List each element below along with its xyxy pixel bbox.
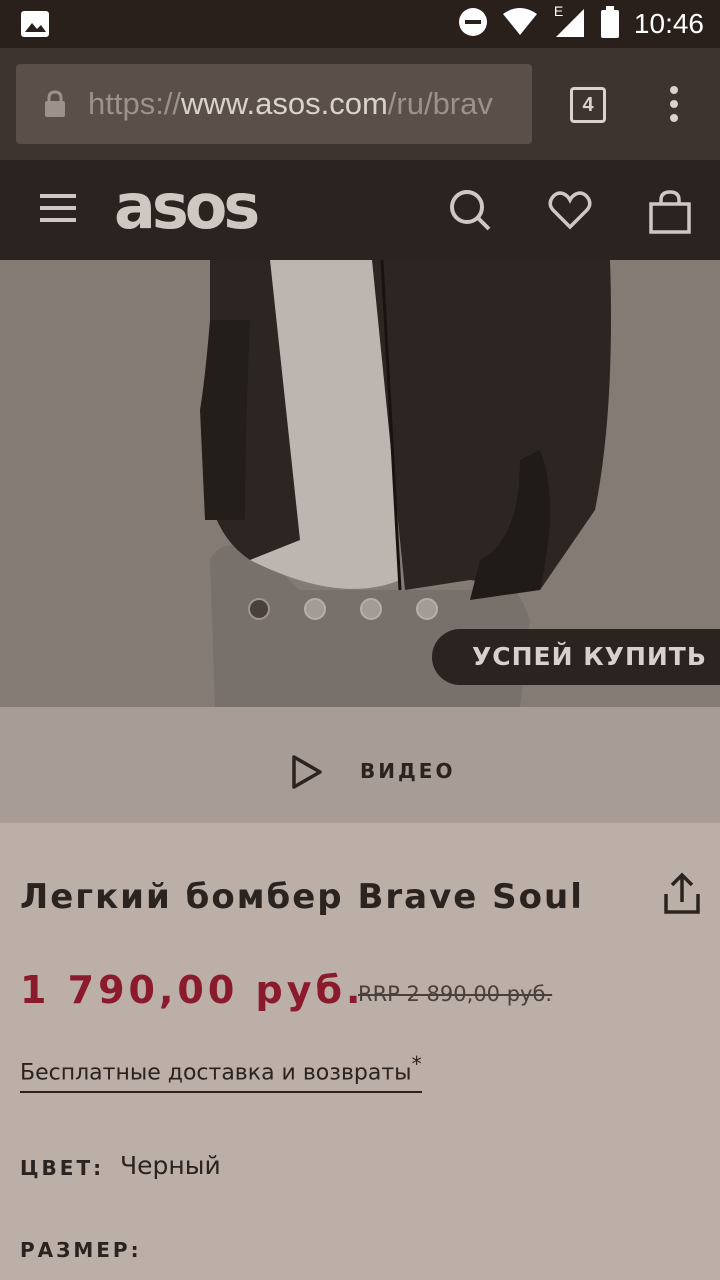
color-label: ЦВЕТ:	[20, 1156, 105, 1180]
asos-logo[interactable]: asos	[114, 170, 260, 243]
free-delivery-link[interactable]: Бесплатные доставка и возвраты*	[20, 1052, 422, 1094]
delivery-text: Бесплатные доставка и возвраты	[20, 1060, 412, 1086]
do-not-disturb-icon	[458, 7, 488, 41]
more-vert-icon[interactable]	[664, 86, 684, 124]
promo-badge: УСПЕЙ КУПИТЬ	[432, 629, 720, 685]
browser-toolbar: https://www.asos.com/ru/brav 4	[0, 48, 720, 160]
network-type-label: E	[553, 3, 564, 19]
product-title: Легкий бомбер Brave Soul	[20, 877, 584, 917]
status-bar: E 10:46	[0, 0, 720, 48]
carousel-dot[interactable]	[248, 598, 270, 620]
product-image[interactable]: УСПЕЙ КУПИТЬ	[0, 260, 720, 707]
bag-icon[interactable]	[648, 188, 692, 238]
color-value: Черный	[120, 1151, 221, 1180]
carousel-dot[interactable]	[416, 598, 438, 620]
signal-icon: E	[552, 3, 586, 43]
lock-icon	[44, 90, 66, 122]
share-icon[interactable]	[662, 872, 702, 920]
carousel-dot[interactable]	[304, 598, 326, 620]
battery-icon	[600, 6, 620, 42]
video-button[interactable]: ВИДЕО	[0, 707, 720, 823]
image-icon	[20, 10, 50, 42]
delivery-footnote-mark: *	[411, 1052, 422, 1076]
product-price: 1 790,00 руб.	[20, 968, 365, 1012]
carousel-dot[interactable]	[360, 598, 382, 620]
wifi-icon	[502, 8, 538, 40]
url-bar[interactable]: https://www.asos.com/ru/brav	[16, 64, 532, 144]
menu-icon[interactable]	[40, 194, 76, 224]
play-icon	[290, 753, 324, 795]
size-label: РАЗМЕР:	[20, 1238, 142, 1262]
carousel-dots	[248, 598, 438, 620]
site-header: asos	[0, 160, 720, 260]
status-time: 10:46	[633, 8, 704, 39]
search-icon[interactable]	[448, 188, 492, 236]
tab-switcher-button[interactable]: 4	[570, 87, 606, 123]
heart-icon[interactable]	[548, 188, 592, 236]
url-text: https://www.asos.com/ru/brav	[88, 86, 493, 121]
video-label: ВИДЕО	[360, 759, 456, 783]
rrp-price: RRP 2 890,00 руб.	[358, 982, 553, 1006]
